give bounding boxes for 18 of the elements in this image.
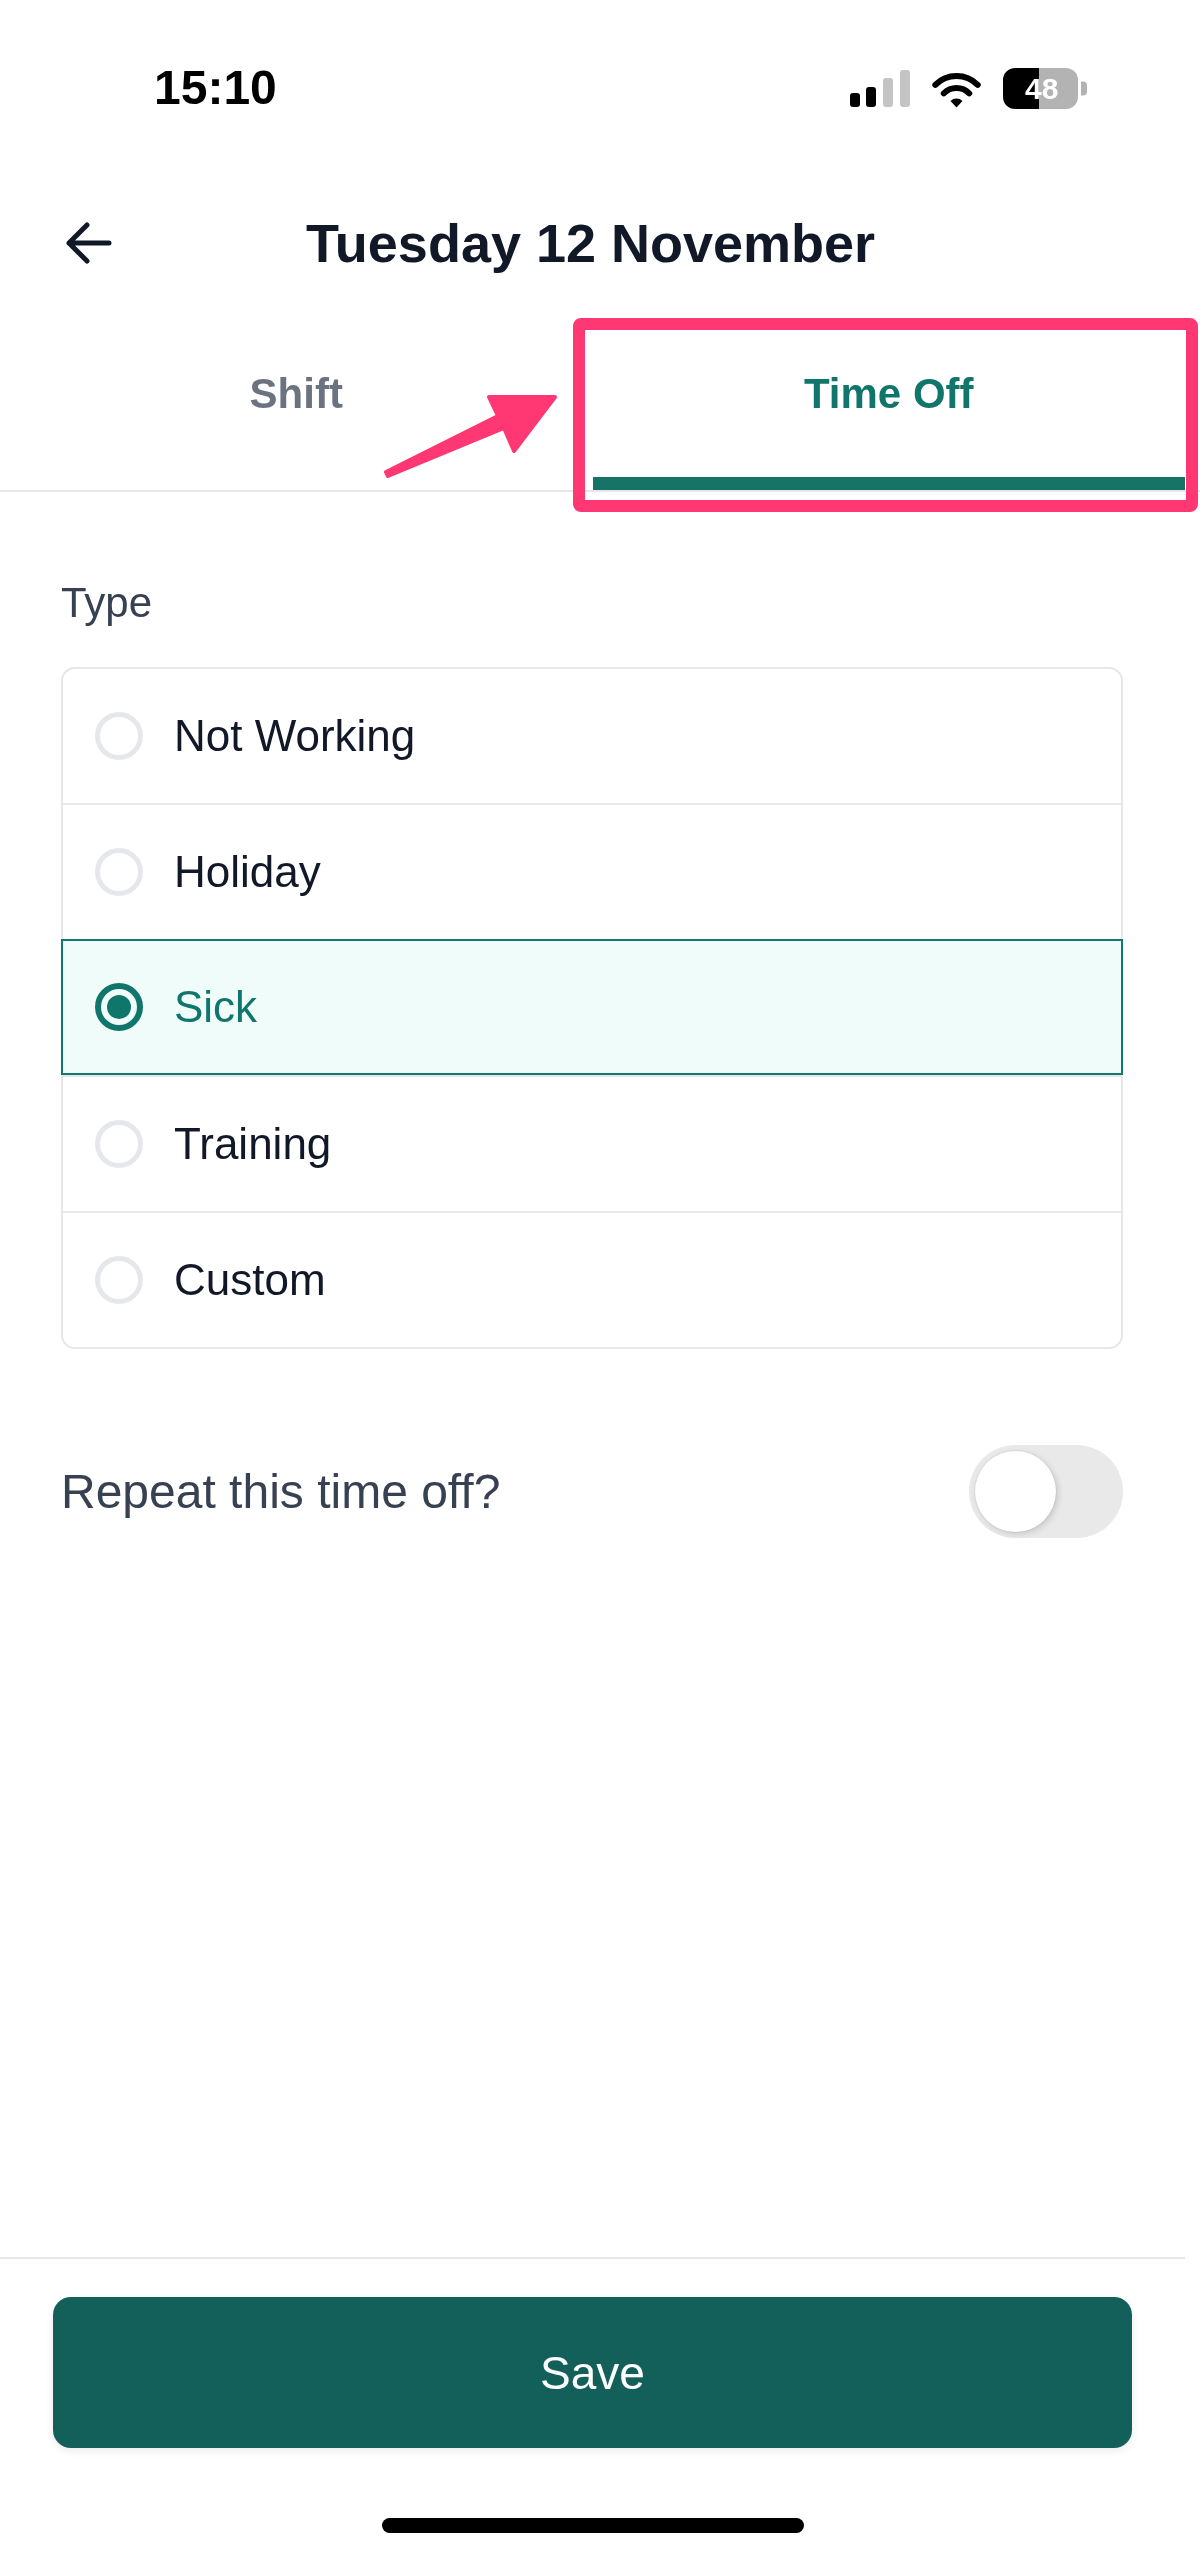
save-button[interactable]: Save [53,2297,1132,2448]
radio-empty-icon[interactable] [95,712,143,760]
radio-option[interactable]: Sick [61,939,1123,1075]
radio-empty-icon[interactable] [95,848,143,896]
radio-empty-icon[interactable] [95,1256,143,1304]
radio-empty-icon[interactable] [95,1120,143,1168]
radio-selected-icon[interactable] [95,983,143,1031]
tab[interactable]: Shift [0,310,593,490]
field-label: Type [61,578,154,628]
status-time: 15:10 [154,64,277,112]
radio-option[interactable]: Training [63,1075,1121,1211]
tab[interactable]: Time Off [592,310,1185,490]
repeat-label: Repeat this time off? [61,1464,501,1519]
radio-option[interactable]: Not Working [63,669,1121,803]
back-arrow-icon[interactable] [65,222,112,264]
signal-icon [850,69,910,107]
radio-option[interactable]: Custom [63,1211,1121,1347]
page-title: Tuesday 12 November [304,211,877,275]
